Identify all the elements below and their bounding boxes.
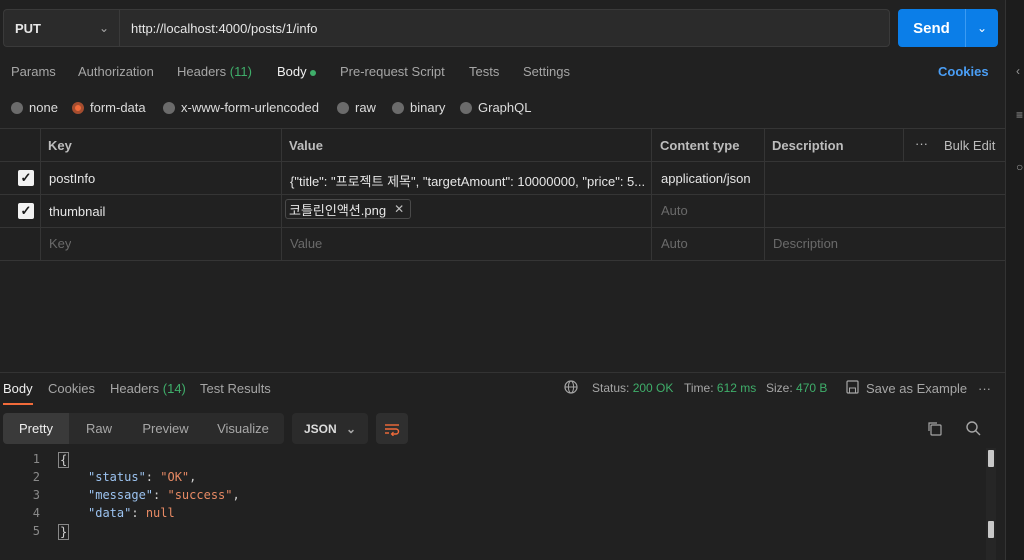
format-select[interactable]: JSON ⌄ <box>292 413 368 444</box>
tab-params[interactable]: Params <box>11 64 56 79</box>
response-tab-cookies[interactable]: Cookies <box>48 381 95 396</box>
save-as-example-button[interactable]: Save as Example <box>866 381 967 396</box>
chevron-down-icon: ⌄ <box>98 21 109 35</box>
save-icon[interactable] <box>846 380 859 397</box>
scrollbar-thumb[interactable] <box>988 450 994 467</box>
response-tab-test-results[interactable]: Test Results <box>200 381 271 396</box>
tab-pre-request-script[interactable]: Pre-request Script <box>340 64 445 79</box>
active-tab-underline <box>3 403 33 405</box>
new-description-input[interactable]: Description <box>773 236 838 251</box>
send-label: Send <box>913 19 950 37</box>
view-preview-button[interactable]: Preview <box>129 413 202 444</box>
new-key-input[interactable]: Key <box>49 236 71 251</box>
open-brace: { <box>58 452 70 468</box>
response-tab-headers[interactable]: Headers (14) <box>110 381 186 396</box>
tab-headers[interactable]: Headers (11) <box>177 64 252 79</box>
radio-raw[interactable]: raw <box>337 100 376 115</box>
response-status: Status: 200 OK <box>592 381 674 395</box>
headers-count: (11) <box>229 64 252 79</box>
scrollbar-thumb[interactable] <box>988 521 994 538</box>
send-button[interactable]: Send ⌄ <box>898 9 998 47</box>
code-line-message: "message": "success", <box>88 488 240 502</box>
row-key[interactable]: thumbnail <box>49 204 105 219</box>
docs-icon[interactable]: ≡ <box>1016 108 1023 122</box>
info-icon[interactable]: ○ <box>1016 160 1023 174</box>
right-sidebar <box>1005 0 1024 560</box>
url-text: http://localhost:4000/posts/1/info <box>131 20 318 36</box>
bulk-edit-button[interactable]: Bulk Edit <box>944 138 995 153</box>
radio-graphql[interactable]: GraphQL <box>460 100 531 115</box>
wrap-icon <box>385 423 400 436</box>
radio-x-www-form-urlencoded[interactable]: x-www-form-urlencoded <box>163 100 319 115</box>
more-options-icon[interactable]: ··· <box>915 136 928 151</box>
tab-body[interactable]: Body <box>277 64 316 79</box>
wrap-lines-button[interactable] <box>376 413 408 444</box>
response-time: Time: 612 ms <box>684 381 757 395</box>
view-pretty-button[interactable]: Pretty <box>3 413 69 444</box>
tab-tests[interactable]: Tests <box>469 64 499 79</box>
response-headers-count: (14) <box>162 381 186 396</box>
file-chip[interactable]: 코틀린인액션.png ✕ <box>285 199 412 219</box>
row-content-type-placeholder[interactable]: Auto <box>661 203 688 218</box>
row-checkbox[interactable]: ✓ <box>18 170 34 186</box>
remove-file-icon[interactable]: ✕ <box>394 202 404 216</box>
more-options-icon[interactable]: ··· <box>978 381 991 396</box>
chevron-down-icon: ⌄ <box>345 421 356 436</box>
method-label: PUT <box>15 20 41 36</box>
tab-authorization[interactable]: Authorization <box>78 64 154 79</box>
code-line-data: "data": null <box>88 506 175 520</box>
column-header-value: Value <box>289 138 323 153</box>
response-body-editor[interactable]: 1 2 3 4 5 { "status": "OK", "message": "… <box>0 450 1000 560</box>
search-icon[interactable] <box>966 421 981 439</box>
tab-settings[interactable]: Settings <box>523 64 570 79</box>
close-brace: } <box>58 524 70 540</box>
globe-icon[interactable] <box>564 380 578 397</box>
row-checkbox[interactable]: ✓ <box>18 203 34 219</box>
method-select[interactable]: PUT ⌄ <box>3 9 119 47</box>
response-size: Size: 470 B <box>766 381 828 395</box>
copy-icon[interactable] <box>927 421 942 439</box>
view-mode-group: Pretty Raw Preview Visualize <box>3 413 284 444</box>
column-header-key: Key <box>48 138 72 153</box>
collapse-chevron-icon[interactable]: ‹ <box>1016 64 1020 78</box>
url-input[interactable]: http://localhost:4000/posts/1/info <box>119 9 890 47</box>
new-value-input[interactable]: Value <box>290 236 322 251</box>
view-visualize-button[interactable]: Visualize <box>202 413 284 444</box>
code-line-status: "status": "OK", <box>88 470 197 484</box>
file-name: 코틀린인액션.png <box>289 202 387 218</box>
radio-none[interactable]: none <box>11 100 58 115</box>
form-data-table: Key Value Content type Description ··· B… <box>0 128 1005 261</box>
column-header-content-type: Content type <box>660 138 740 153</box>
column-header-description: Description <box>772 138 844 153</box>
cookies-link[interactable]: Cookies <box>938 64 989 79</box>
new-content-type-input[interactable]: Auto <box>661 236 688 251</box>
row-content-type[interactable]: application/json <box>661 171 751 186</box>
body-indicator-dot <box>309 69 316 76</box>
radio-binary[interactable]: binary <box>392 100 445 115</box>
view-raw-button[interactable]: Raw <box>69 413 129 444</box>
row-key[interactable]: postInfo <box>49 171 95 186</box>
radio-form-data[interactable]: form-data <box>72 100 146 115</box>
row-value[interactable]: {"title": "프로젝트 제목", "targetAmount": 100… <box>290 171 646 190</box>
response-tab-body[interactable]: Body <box>3 381 33 396</box>
send-options-chevron-icon[interactable]: ⌄ <box>966 21 998 35</box>
